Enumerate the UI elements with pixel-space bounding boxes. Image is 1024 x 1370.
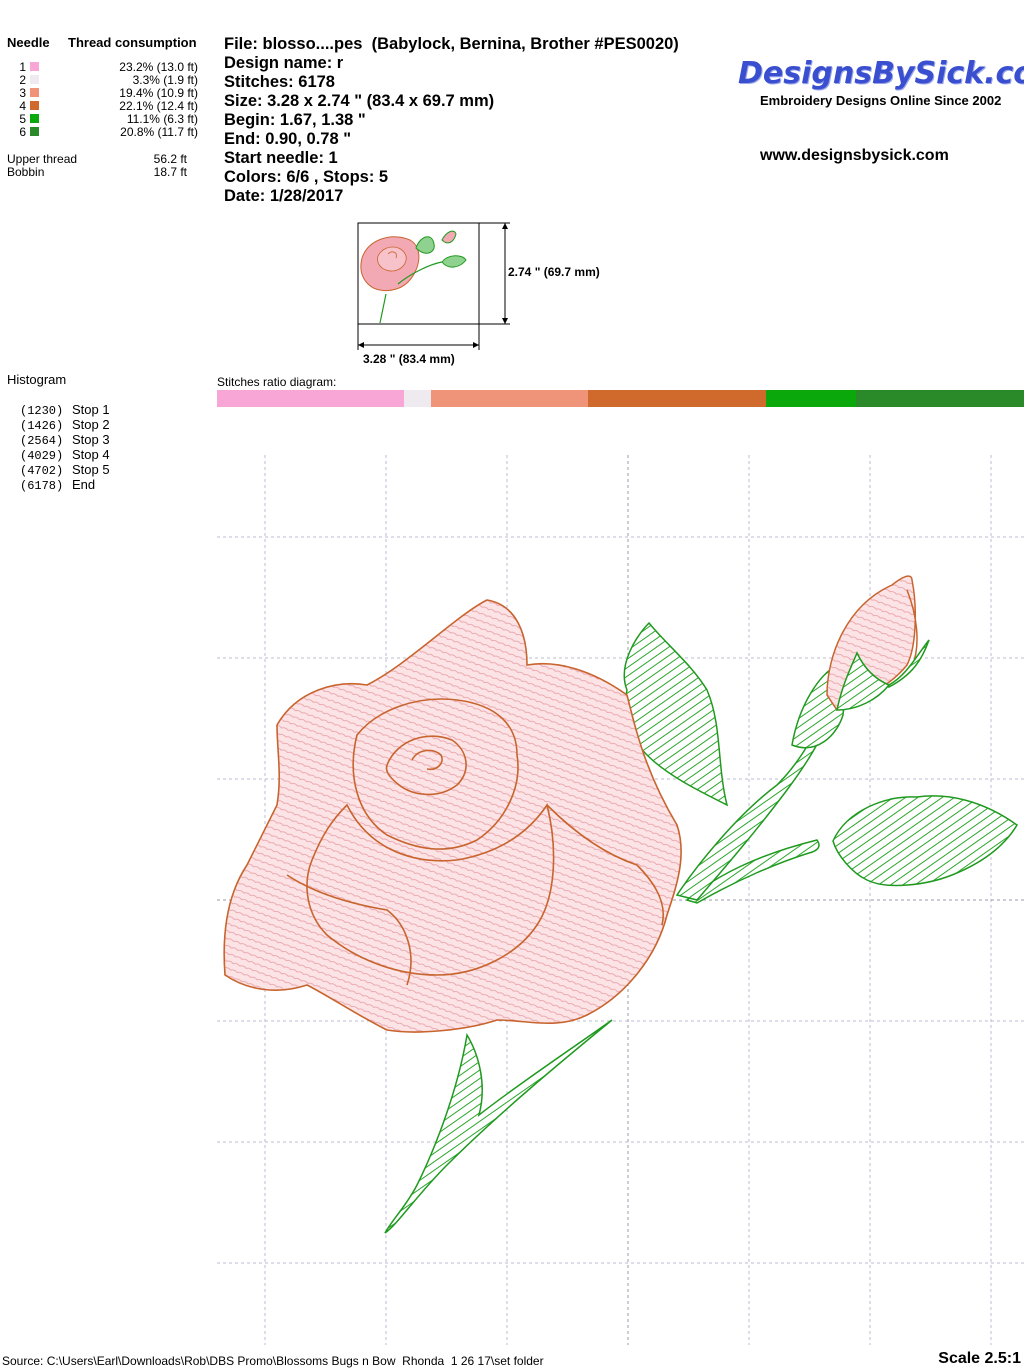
rose-bloom xyxy=(223,599,682,1033)
file-line: File: blosso....pes (Babylock, Bernina, … xyxy=(224,35,679,53)
design-preview xyxy=(217,455,1024,1345)
thread-consumption-header: Thread consumption xyxy=(68,35,197,50)
scale-label: Scale 2.5:1 xyxy=(938,1350,1021,1367)
end-line: End: 0.90, 0.78 " xyxy=(224,130,352,148)
stitches-line: Stitches: 6178 xyxy=(224,73,335,91)
start-needle-line: Start needle: 1 xyxy=(224,149,338,167)
upper-thread-label: Upper thread xyxy=(7,152,78,166)
bobbin-value: 18.7 ft xyxy=(153,165,187,179)
needle-header: Needle xyxy=(7,35,50,50)
needle-color-swatch xyxy=(30,88,39,97)
source-path: Source: C:\Users\Earl\Downloads\Rob\DBS … xyxy=(2,1354,544,1368)
histogram-title: Histogram xyxy=(7,372,67,387)
date-line: Date: 1/28/2017 xyxy=(224,187,344,205)
design-thumbnail xyxy=(357,222,510,350)
needle-color-swatch xyxy=(30,114,39,123)
ratio-title: Stitches ratio diagram: xyxy=(217,375,337,389)
stop-label: Stop 3 xyxy=(72,432,110,447)
stop-label: Stop 5 xyxy=(72,462,110,477)
stop-label: Stop 2 xyxy=(72,417,110,432)
needle-color-swatch xyxy=(30,127,39,136)
needle-color-swatch xyxy=(30,75,39,84)
brand-logo: DesignsBySick.com xyxy=(738,56,1024,91)
colors-line: Colors: 6/6 , Stops: 5 xyxy=(224,168,389,186)
design-name-line: Design name: r xyxy=(224,54,344,72)
ratio-segment-4 xyxy=(587,390,767,407)
needle-color-swatch xyxy=(30,62,39,71)
rose-leaves xyxy=(623,621,1018,887)
stop-label: End xyxy=(72,477,96,492)
needle-color-swatch xyxy=(30,101,39,110)
size-line: Size: 3.28 x 2.74 " (83.4 x 69.7 mm) xyxy=(224,92,495,110)
ratio-segment-2 xyxy=(404,390,432,407)
ratio-segment-6 xyxy=(855,390,1024,407)
bobbin-row: Bobbin 18.7 ft xyxy=(7,166,187,179)
bobbin-label: Bobbin xyxy=(7,165,45,179)
thumbnail-width-label: 3.28 " (83.4 mm) xyxy=(363,352,455,366)
thumbnail-height-label: 2.74 " (69.7 mm) xyxy=(508,265,600,279)
stop-count: (6178) xyxy=(20,479,64,493)
brand-tagline: Embroidery Designs Online Since 2002 xyxy=(760,93,1002,108)
needle-number: 6 xyxy=(19,125,26,139)
website-url[interactable]: www.designsbysick.com xyxy=(760,147,949,165)
ratio-segment-3 xyxy=(431,390,588,407)
begin-line: Begin: 1.67, 1.38 " xyxy=(224,111,366,129)
stop-label: Stop 4 xyxy=(72,447,110,462)
stitches-ratio-bar xyxy=(217,390,1024,407)
stop-item: (6178) End xyxy=(20,477,95,494)
needle-consumption: 20.8% (11.7 ft) xyxy=(120,125,198,139)
ratio-segment-1 xyxy=(217,390,405,407)
needle-row: 6 20.8% (11.7 ft) xyxy=(0,126,210,139)
design-info: File: blosso....pes (Babylock, Bernina, … xyxy=(224,35,679,206)
ratio-segment-5 xyxy=(766,390,856,407)
stop-label: Stop 1 xyxy=(72,402,110,417)
